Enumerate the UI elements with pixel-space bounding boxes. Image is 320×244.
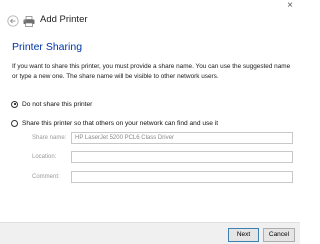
- radio-do-not-share-control[interactable]: [11, 100, 18, 108]
- radio-do-not-share-label: Do not share this printer: [22, 100, 93, 108]
- location-input[interactable]: [71, 151, 293, 163]
- cancel-button[interactable]: Cancel: [263, 228, 295, 242]
- close-icon[interactable]: ×: [284, 0, 296, 12]
- radio-do-not-share[interactable]: Do not share this printer: [11, 99, 92, 109]
- radio-share-control[interactable]: [11, 119, 18, 127]
- location-label: Location:: [32, 154, 57, 160]
- radio-share[interactable]: Share this printer so that others on you…: [11, 118, 218, 128]
- printer-icon: [23, 14, 35, 27]
- share-name-input[interactable]: HP LaserJet 5200 PCL6 Class Driver: [71, 132, 293, 144]
- title-bar: × Add Printer: [0, 0, 300, 38]
- comment-input[interactable]: [71, 171, 293, 183]
- window-title: Add Printer: [40, 14, 88, 25]
- share-name-label: Share name:: [32, 135, 67, 141]
- comment-label: Comment:: [32, 174, 60, 180]
- page-description: If you want to share this printer, you m…: [12, 63, 291, 80]
- radio-share-label: Share this printer so that others on you…: [22, 119, 219, 127]
- page-heading: Printer Sharing: [12, 41, 83, 53]
- back-arrow-icon[interactable]: [7, 14, 19, 27]
- next-button[interactable]: Next: [228, 228, 259, 242]
